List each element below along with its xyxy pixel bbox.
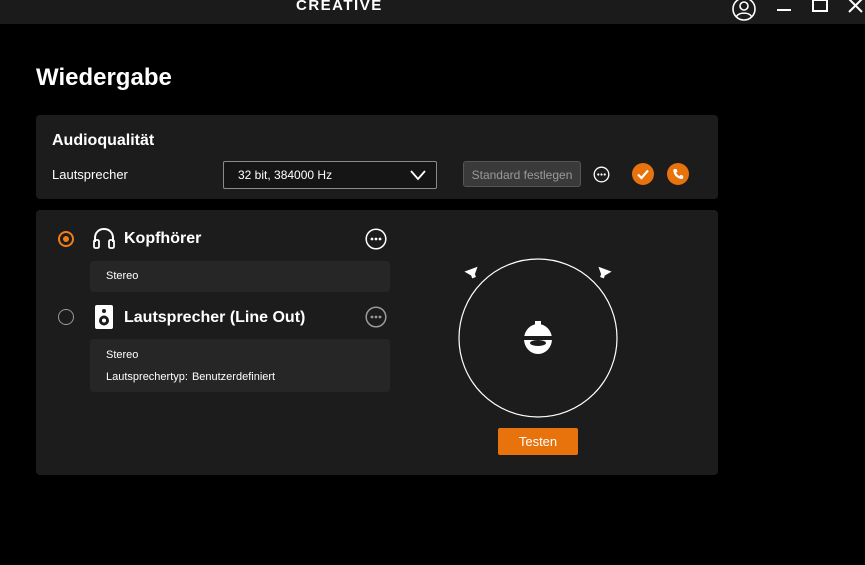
- speakers-type-value: Benutzerdefiniert: [191, 371, 276, 383]
- speaker-icon: [95, 305, 113, 329]
- headphones-info-box: Stereo: [90, 261, 390, 292]
- close-icon: [848, 0, 863, 13]
- communication-phone-icon[interactable]: [667, 163, 689, 185]
- speaker-test-diagram: [458, 258, 618, 418]
- default-device-check-icon[interactable]: [632, 163, 654, 185]
- user-icon: [732, 0, 756, 21]
- minimize-button[interactable]: [774, 0, 794, 21]
- title-bar: CREATIVE: [0, 0, 865, 24]
- speakers-channel-info: Stereo: [106, 349, 139, 361]
- audio-format-dropdown[interactable]: 32 bit, 384000 Hz: [223, 161, 437, 189]
- headphones-channel-info: Stereo: [106, 270, 139, 282]
- user-account-button[interactable]: [731, 0, 757, 27]
- close-button[interactable]: [846, 0, 865, 21]
- speakers-info-box: Stereo Lautsprechertyp: Benutzerdefiniert: [90, 339, 390, 392]
- listener-head-icon: [519, 321, 557, 354]
- set-default-button[interactable]: Standard festlegen: [463, 161, 581, 187]
- headphones-radio[interactable]: [58, 231, 74, 247]
- device-name-speakers: Lautsprecher (Line Out): [124, 309, 306, 326]
- output-device-label: Lautsprecher: [52, 167, 128, 182]
- maximize-icon: [812, 0, 828, 12]
- page-title: Wiedergabe: [36, 64, 172, 91]
- device-name-headphones: Kopfhörer: [124, 230, 202, 247]
- speakers-type-info: Lautsprechertyp: Benutzerdefiniert: [106, 371, 275, 383]
- headphones-more-icon[interactable]: [365, 228, 387, 250]
- speakers-more-icon[interactable]: [365, 306, 387, 328]
- speakers-radio[interactable]: [58, 309, 74, 325]
- headphones-icon: [93, 227, 115, 249]
- left-speaker-icon: [464, 266, 478, 279]
- playback-devices-panel: Kopfhörer Stereo Lautsprecher (Line Out)…: [36, 210, 718, 475]
- right-speaker-icon: [598, 266, 612, 279]
- minimize-icon: [777, 9, 791, 11]
- brand-logo: CREATIVE: [296, 0, 383, 14]
- speakers-type-label: Lautsprechertyp:: [106, 371, 188, 383]
- audio-format-value: 32 bit, 384000 Hz: [238, 168, 333, 182]
- audio-quality-panel: Audioqualität Lautsprecher 32 bit, 38400…: [36, 115, 718, 199]
- test-button[interactable]: Testen: [498, 428, 578, 455]
- maximize-button[interactable]: [810, 0, 830, 21]
- more-options-icon[interactable]: [593, 166, 610, 183]
- audio-quality-title: Audioqualität: [52, 132, 155, 149]
- chevron-down-icon: [410, 170, 426, 181]
